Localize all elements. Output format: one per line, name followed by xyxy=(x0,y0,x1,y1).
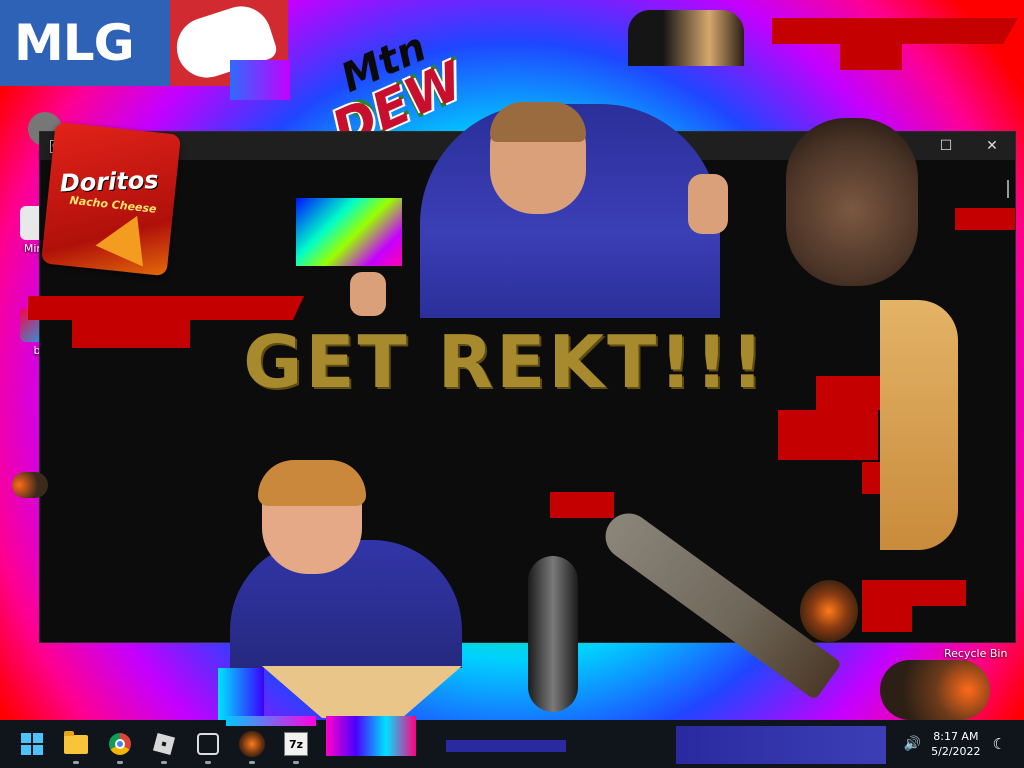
glitch-red-bar xyxy=(772,18,1018,44)
glitch-stripe xyxy=(676,726,886,764)
glitch-red-bar xyxy=(955,208,1015,230)
glitch-stripe xyxy=(446,740,566,752)
rainbow-glitch-tile xyxy=(296,198,402,266)
taskbar-snipping-tool[interactable] xyxy=(186,720,230,768)
glitch-fragment xyxy=(218,668,264,720)
close-button[interactable]: ✕ xyxy=(969,132,1015,160)
dancing-kid-hand xyxy=(688,174,728,234)
glitch-stripe xyxy=(226,716,316,726)
maximize-button[interactable]: ☐ xyxy=(923,132,969,160)
doritos-bag: Doritos Nacho Cheese xyxy=(40,121,182,277)
taskbar-roblox[interactable] xyxy=(142,720,186,768)
glitch-red-bar xyxy=(840,44,902,70)
snoop-dogg-head xyxy=(786,118,918,286)
running-indicator xyxy=(205,761,211,764)
system-tray: 🔊 8:17 AM 5/2/2022 ☾ xyxy=(904,720,1024,768)
dancing-kid-hair xyxy=(258,460,366,506)
taskbar-7zip[interactable]: 7z xyxy=(274,720,318,768)
taskbar-torch[interactable] xyxy=(230,720,274,768)
glitch-fragment xyxy=(528,556,578,712)
snip-icon xyxy=(197,733,219,755)
glitch-red-bar xyxy=(778,410,878,460)
glitch-red-bar xyxy=(72,320,190,348)
joint-image xyxy=(12,472,48,498)
glitch-stripe xyxy=(326,716,416,756)
doge-fragment xyxy=(628,10,744,66)
taskbar-chrome[interactable] xyxy=(98,720,142,768)
chrome-icon xyxy=(109,733,131,755)
recycle-bin-label[interactable]: Recycle Bin xyxy=(944,647,1007,660)
joint-image xyxy=(880,660,990,720)
taskbar-file-explorer[interactable] xyxy=(54,720,98,768)
folder-icon xyxy=(64,730,88,754)
running-indicator xyxy=(73,761,79,764)
dorito-chip-fragment xyxy=(262,666,462,718)
running-indicator xyxy=(293,761,299,764)
glitch-red-bar xyxy=(862,606,912,632)
start-button[interactable] xyxy=(10,720,54,768)
clock-date: 5/2/2022 xyxy=(931,745,981,758)
roblox-icon xyxy=(152,732,176,756)
running-indicator xyxy=(161,761,167,764)
dancing-kid-hand xyxy=(350,272,386,316)
joint-ember xyxy=(800,580,858,642)
glitch-red-bar xyxy=(862,580,966,606)
pizza-slice xyxy=(880,300,958,550)
dancing-kid-hair xyxy=(490,102,586,142)
glitch-block xyxy=(230,60,290,100)
7zip-icon: 7z xyxy=(284,732,308,756)
running-indicator xyxy=(249,761,255,764)
glitch-red-bar xyxy=(28,296,304,320)
doritos-brand-text: Doritos xyxy=(59,165,159,198)
scrollbar-thumb[interactable] xyxy=(1007,180,1009,198)
clock[interactable]: 8:17 AM 5/2/2022 xyxy=(931,729,980,759)
focus-assist-icon[interactable]: ☾ xyxy=(993,735,1006,753)
mlg-logo-text: MLG xyxy=(14,14,135,72)
running-indicator xyxy=(117,761,123,764)
volume-icon[interactable]: 🔊 xyxy=(904,736,921,752)
torch-icon xyxy=(239,731,265,757)
windows-icon xyxy=(21,733,43,755)
glitch-red-bar xyxy=(550,492,614,518)
clock-time: 8:17 AM xyxy=(933,730,979,743)
